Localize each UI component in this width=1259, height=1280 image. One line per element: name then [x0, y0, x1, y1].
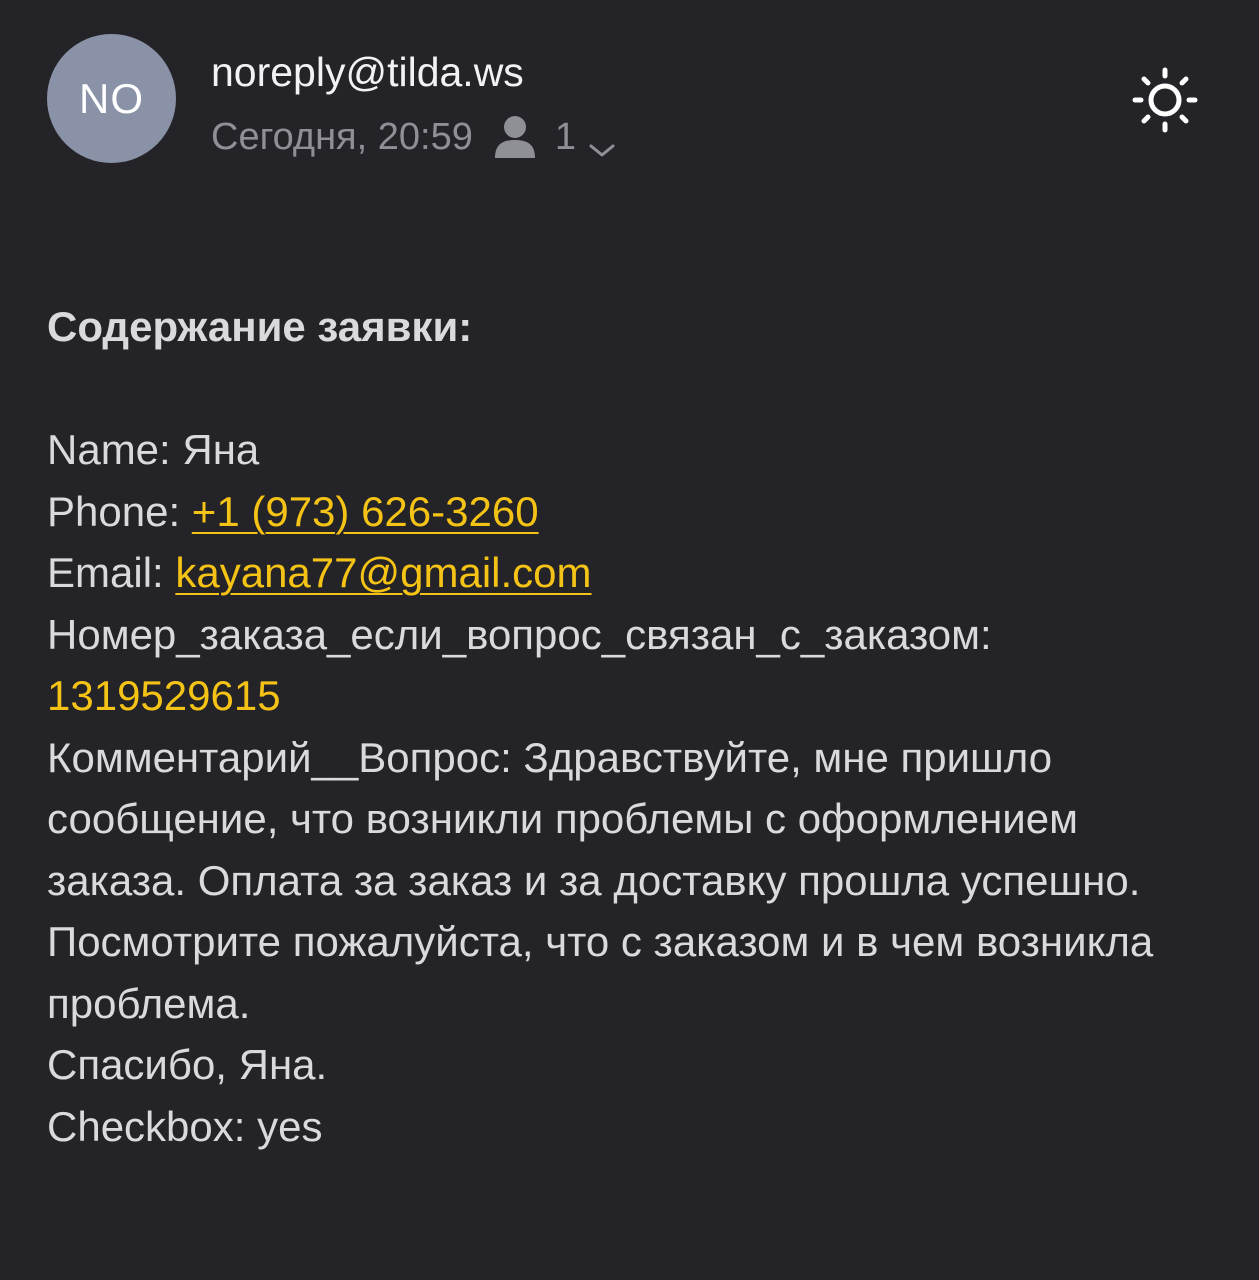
message-meta: Сегодня, 20:59 1 [211, 112, 616, 162]
body-heading: Содержание заявки: [47, 303, 473, 350]
checkbox-value: yes [257, 1102, 323, 1150]
avatar-initials: NO [79, 74, 144, 122]
email-label: Email: [47, 549, 176, 596]
recipients-count[interactable]: 1 [555, 116, 576, 159]
checkbox-label: Checkbox: [47, 1102, 258, 1150]
person-icon[interactable] [493, 114, 537, 160]
name-line: Name: Яна [47, 419, 1227, 481]
email-link[interactable]: kayana77@gmail.com [175, 549, 591, 596]
sender-address[interactable]: noreply@tilda.ws [211, 48, 524, 96]
comment-paragraph: Комментарий__Вопрос: Здравствуйте, мне п… [47, 727, 1217, 1035]
sender-avatar[interactable]: NO [47, 34, 176, 163]
order-label: Номер_заказа_если_вопрос_связан_с_заказо… [47, 610, 992, 658]
checkbox-line: Checkbox: yes [47, 1096, 1227, 1158]
order-number[interactable]: 1319529615 [47, 665, 1227, 727]
theme-toggle-button[interactable] [1129, 64, 1201, 136]
comment-label: Комментарий__Вопрос: [47, 733, 524, 781]
chevron-down-icon[interactable] [588, 127, 616, 157]
message-date: Сегодня, 20:59 [211, 115, 473, 158]
email-line: Email: kayana77@gmail.com [47, 542, 1227, 604]
name-value: Яна [182, 426, 260, 473]
name-label: Name: [47, 426, 183, 473]
signoff: Спасибо, Яна. [47, 1041, 328, 1088]
phone-link[interactable]: +1 (973) 626-3260 [192, 488, 539, 535]
phone-line: Phone: +1 (973) 626-3260 [47, 481, 1227, 543]
sun-icon [1129, 67, 1201, 140]
phone-label: Phone: [47, 487, 192, 535]
message-body: Содержание заявки: Name: Яна Phone: +1 (… [47, 296, 1227, 1157]
